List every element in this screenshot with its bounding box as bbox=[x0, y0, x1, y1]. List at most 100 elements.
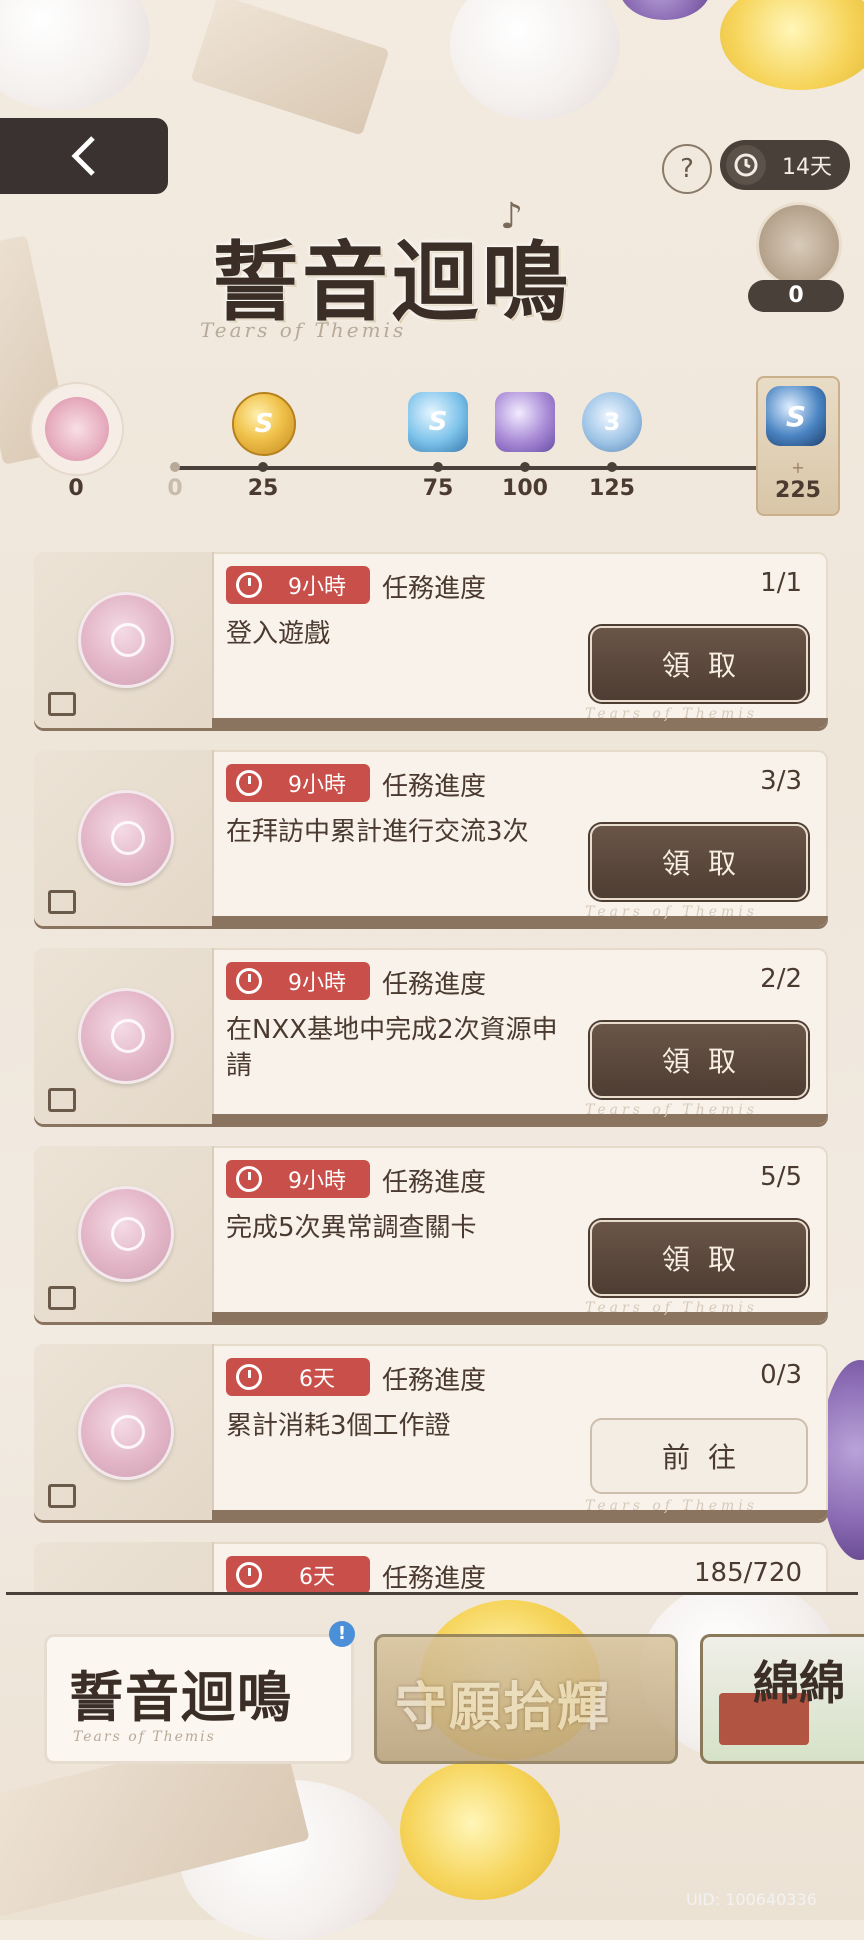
task-progress-label: 任務進度 bbox=[382, 1564, 487, 1592]
task-progress-value: 3/3 bbox=[760, 766, 802, 796]
final-plus: + bbox=[791, 458, 805, 477]
task-card: 9小時 任務進度 1/1 登入遊戲 領取 Tears of Themis bbox=[34, 552, 828, 728]
milestone-tick bbox=[258, 462, 268, 472]
milestone-label: 75 bbox=[422, 476, 454, 501]
task-progress-value: 2/2 bbox=[760, 964, 802, 994]
milestone-reward-platform[interactable]: 3 bbox=[582, 392, 642, 452]
rose-medal-icon bbox=[78, 1384, 174, 1480]
task-description: 在NXX基地中完成2次資源申請 bbox=[226, 1015, 558, 1081]
tab-event-oath-echo[interactable]: 誓音迴鳴 Tears of Themis ! bbox=[44, 1621, 355, 1764]
envelope-icon bbox=[756, 202, 842, 288]
task-time-badge: 9小時 bbox=[226, 1160, 370, 1198]
decor-flower-top-purple bbox=[620, 0, 710, 20]
ticket-pack-count: 0 bbox=[748, 280, 844, 312]
claim-button[interactable]: 領取 bbox=[590, 1022, 808, 1098]
milestone-tick bbox=[433, 462, 443, 472]
task-card: 9小時 任務進度 2/2 在NXX基地中完成2次資源申請 領取 Tears of… bbox=[34, 948, 828, 1124]
milestone-reward-blue-crystal[interactable]: S bbox=[408, 392, 468, 452]
task-reward-panel bbox=[34, 1542, 214, 1592]
tab-event-wish-glow[interactable]: 守願拾輝 bbox=[374, 1634, 678, 1764]
event-subtitle: Tears of Themis bbox=[200, 318, 407, 342]
blue-gem-icon: S bbox=[766, 386, 826, 446]
task-time-badge: 6天 bbox=[226, 1358, 370, 1396]
copy-icon bbox=[48, 1088, 76, 1112]
help-icon: ? bbox=[680, 154, 694, 184]
task-progress-label: 任務進度 bbox=[382, 772, 487, 802]
ticket-pack-button[interactable]: 0 bbox=[748, 202, 844, 312]
card-watermark: Tears of Themis bbox=[585, 1300, 758, 1316]
task-card: 6天 任務進度 0/3 累計消耗3個工作證 前往 Tears of Themis bbox=[34, 1344, 828, 1520]
milestone-reward-gold-coin[interactable]: S bbox=[232, 392, 296, 456]
decor-ribbon-top bbox=[190, 0, 390, 136]
clock-icon bbox=[236, 1562, 262, 1588]
decor-flower-top-left bbox=[0, 0, 150, 110]
task-progress-value: 0/3 bbox=[760, 1360, 802, 1390]
milestone-reward-purple-chip[interactable] bbox=[495, 392, 555, 452]
clock-icon bbox=[236, 1166, 262, 1192]
milestone-final-reward[interactable]: S + 225 bbox=[756, 376, 840, 516]
rose-medal-icon bbox=[45, 397, 109, 461]
card-watermark: Tears of Themis bbox=[585, 1498, 758, 1514]
copy-icon bbox=[48, 1484, 76, 1508]
task-description: 在拜訪中累計進行交流3次 bbox=[226, 817, 529, 847]
back-button[interactable] bbox=[0, 118, 168, 194]
task-description: 累計消耗3個工作證 bbox=[226, 1411, 451, 1441]
go-button[interactable]: 前往 bbox=[590, 1418, 808, 1494]
timer-label: 14天 bbox=[782, 155, 832, 180]
decor-flower-top-right bbox=[720, 0, 864, 90]
tab-label: 誓音迴鳴 bbox=[69, 1665, 293, 1729]
milestone-label: 25 bbox=[247, 476, 279, 501]
task-reward-panel bbox=[34, 1344, 214, 1520]
milestone-tick bbox=[607, 462, 617, 472]
claim-button[interactable]: 領取 bbox=[590, 1220, 808, 1296]
clock-icon bbox=[236, 1364, 262, 1390]
task-progress-value: 5/5 bbox=[760, 1162, 802, 1192]
task-description: 登入遊戲 bbox=[226, 619, 331, 649]
help-button[interactable]: ? bbox=[662, 144, 712, 194]
event-timer: 14天 bbox=[720, 140, 850, 190]
milestone-label: 100 bbox=[502, 476, 548, 501]
task-description: 完成5次異常調查關卡 bbox=[226, 1213, 477, 1243]
clock-icon bbox=[236, 770, 262, 796]
decor-flower-bottom-yellow bbox=[400, 1760, 560, 1900]
card-watermark: Tears of Themis bbox=[585, 1102, 758, 1118]
copy-icon bbox=[48, 1286, 76, 1310]
progress-start-label: 0 bbox=[167, 476, 183, 501]
card-watermark: Tears of Themis bbox=[585, 904, 758, 920]
claim-button[interactable]: 領取 bbox=[590, 626, 808, 702]
card-watermark: Tears of Themis bbox=[585, 706, 758, 722]
chevron-left-icon bbox=[71, 136, 95, 176]
tab-sublabel: Tears of Themis bbox=[73, 1729, 216, 1745]
copy-icon bbox=[48, 692, 76, 716]
task-progress-label: 任務進度 bbox=[382, 1366, 487, 1396]
task-time-badge: 6天 bbox=[226, 1556, 370, 1592]
task-reward-panel bbox=[34, 750, 214, 926]
tab-event-third[interactable]: 綿綿 bbox=[700, 1634, 864, 1764]
task-card: 9小時 任務進度 5/5 完成5次異常調查關卡 領取 Tears of Them… bbox=[34, 1146, 828, 1322]
decor-flower-top-center bbox=[450, 0, 620, 120]
rose-medal-icon bbox=[78, 592, 174, 688]
bottom-divider bbox=[6, 1592, 858, 1595]
milestone-label: 125 bbox=[589, 476, 635, 501]
task-progress-label: 任務進度 bbox=[382, 1168, 487, 1198]
task-progress-value: 185/720 bbox=[693, 1558, 802, 1588]
task-progress-label: 任務進度 bbox=[382, 574, 487, 604]
task-reward-panel bbox=[34, 948, 214, 1124]
alert-badge-icon: ! bbox=[329, 1621, 355, 1647]
user-id-label: UID: 100640336 bbox=[686, 1890, 817, 1909]
progress-current-badge bbox=[30, 382, 124, 476]
progress-track-start bbox=[170, 462, 180, 472]
task-card-clip: 6天 任務進度 185/720 bbox=[0, 1542, 864, 1592]
task-progress-value: 1/1 bbox=[760, 568, 802, 598]
claim-button[interactable]: 領取 bbox=[590, 824, 808, 900]
progress-current-value: 0 bbox=[68, 476, 84, 501]
tab-label: 綿綿 bbox=[753, 1656, 845, 1710]
clock-icon bbox=[236, 968, 262, 994]
clock-icon bbox=[236, 572, 262, 598]
task-time-badge: 9小時 bbox=[226, 566, 370, 604]
copy-icon bbox=[48, 890, 76, 914]
task-progress-label: 任務進度 bbox=[382, 970, 487, 1000]
task-card: 6天 任務進度 185/720 bbox=[34, 1542, 828, 1592]
rose-medal-icon bbox=[78, 988, 174, 1084]
task-reward-panel bbox=[34, 1146, 214, 1322]
